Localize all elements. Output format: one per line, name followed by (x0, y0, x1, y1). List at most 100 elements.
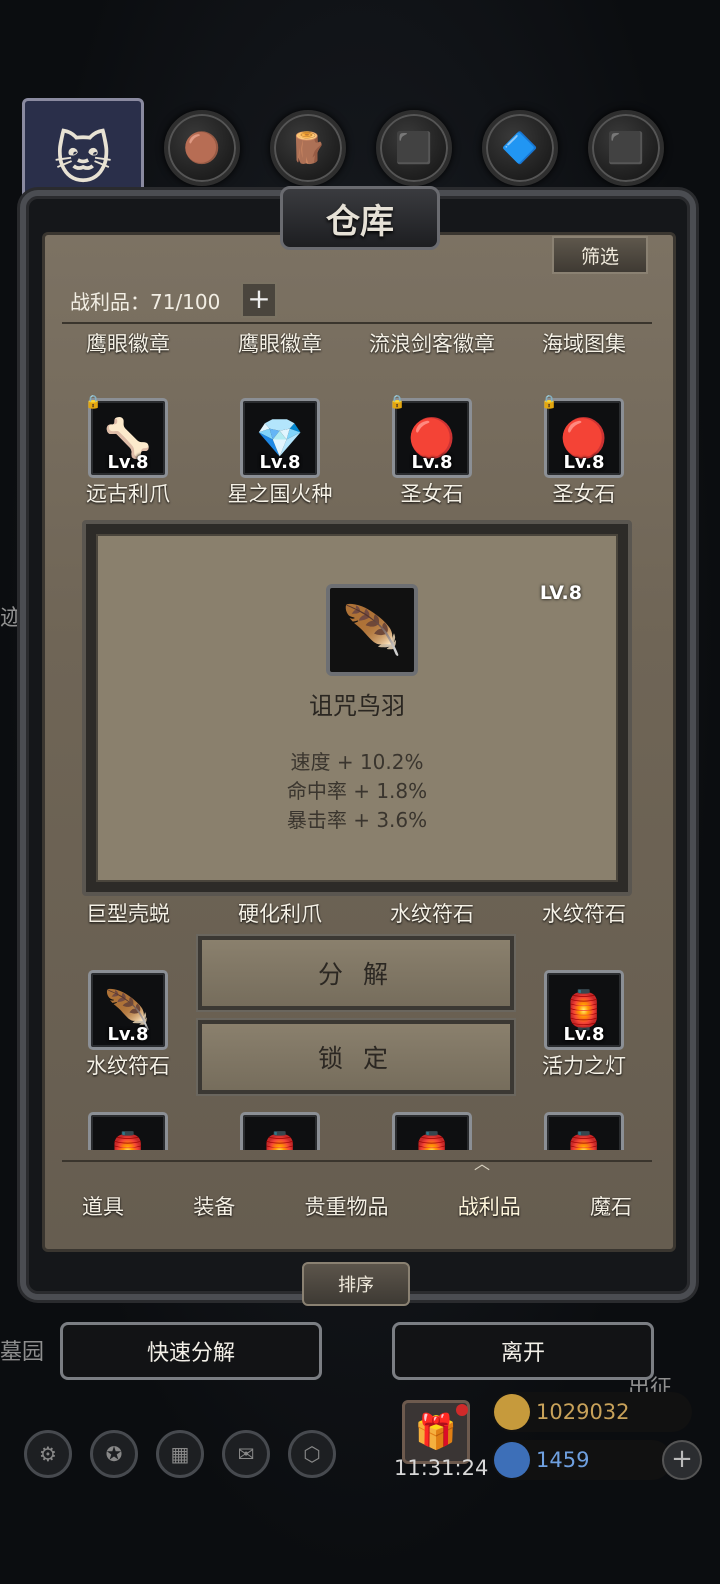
sort-button[interactable]: 排序 (302, 1262, 410, 1306)
item-slot[interactable]: 🏮 (88, 1112, 168, 1150)
item-name: 水纹符石 (390, 902, 474, 926)
item-slot[interactable]: 🔒 🔴 Lv.8 (541, 395, 624, 478)
bg-graveyard-text: 墓园 (0, 1340, 45, 1365)
feather-icon: 🪶 (326, 584, 418, 676)
page-title: 仓库 (280, 186, 440, 250)
item-slot[interactable]: 🏮 (544, 1112, 624, 1150)
item-slot[interactable]: 💎 Lv.8 (240, 398, 320, 478)
item-name: 水纹符石 (86, 1054, 170, 1078)
add-gems-button[interactable]: + (662, 1440, 702, 1480)
item-level: Lv.8 (563, 1024, 605, 1045)
item-slot[interactable]: 🪶 Lv.8 (88, 970, 168, 1050)
list-item[interactable]: 🔒 🔴 Lv.8 圣女石 (509, 395, 659, 508)
item-name: 巨型壳蜕 (86, 902, 170, 926)
stone-icon: ⬛ (395, 130, 433, 166)
item-detail-popup: 🪶 LV.8 诅咒鸟羽 速度 + 10.2% 命中率 + 1.8% 暴击率 + … (82, 520, 632, 896)
list-item[interactable]: 🏮 (357, 1112, 507, 1150)
item-detail-name: 诅咒鸟羽 (309, 692, 405, 720)
item-name: 海域图集 (542, 332, 626, 356)
gem-counter: 1459 (492, 1440, 672, 1480)
lantern-icon: 🏮 (104, 1130, 151, 1151)
tab-equipment[interactable]: 装备 (187, 1183, 241, 1229)
item-name: 硬化利爪 (238, 902, 322, 926)
item-level: Lv.8 (107, 1024, 149, 1045)
lantern-icon: 🏮 (256, 1130, 303, 1151)
lock-icon: 🔒 (85, 395, 102, 410)
item-name: 水纹符石 (542, 902, 626, 926)
item-name: 远古利爪 (86, 482, 170, 506)
stat-speed: 速度 + 10.2% (290, 750, 424, 774)
stat-accuracy: 命中率 + 1.8% (286, 779, 428, 803)
quick-decompose-button[interactable]: 快速分解 (60, 1322, 322, 1380)
list-item[interactable]: 🏮 (509, 1112, 659, 1150)
list-item[interactable]: 流浪剑客徽章 (357, 328, 507, 358)
list-item[interactable]: 鹰眼徽章 (205, 328, 355, 358)
list-item[interactable]: 🪶 Lv.8 水纹符石 (53, 970, 203, 1080)
tab-valuables[interactable]: 贵重物品 (299, 1183, 395, 1229)
iron-icon: ⬛ (607, 130, 645, 166)
stat-crit: 暴击率 + 3.6% (286, 808, 428, 832)
crystal-resource-orb[interactable]: 🔷 (482, 110, 558, 186)
item-slot[interactable]: 🏮 (240, 1112, 320, 1150)
item-detail-stats: 速度 + 10.2% 命中率 + 1.8% 暴击率 + 3.6% (98, 748, 616, 835)
item-level: Lv.8 (411, 452, 453, 473)
lock-icon: 🔒 (541, 395, 558, 410)
mail-icon[interactable]: ✉ (222, 1430, 270, 1478)
list-item[interactable]: 巨型壳蜕 (53, 898, 203, 928)
item-name: 鹰眼徽章 (86, 332, 170, 356)
tab-magic-stones[interactable]: 魔石 (584, 1183, 638, 1229)
item-detail-level: LV.8 (539, 582, 582, 604)
item-name: 星之国火种 (227, 482, 333, 506)
expand-capacity-button[interactable]: + (241, 282, 277, 318)
warehouse-screen: 迹 墓园 出征 🐱 🟤 🪵 ⬛ 🔷 ⬛ 仓库 筛选 战利品：71/100 + 鹰… (0, 0, 720, 1584)
guild-icon[interactable]: ▦ (156, 1430, 204, 1478)
list-item[interactable]: 水纹符石 (357, 898, 507, 928)
item-slot[interactable]: 🔒 🦴 Lv.8 (85, 395, 168, 478)
list-item[interactable]: 鹰眼徽章 (53, 328, 203, 358)
settings-icon[interactable]: ⚙ (24, 1430, 72, 1478)
ore-resource-orb[interactable]: 🟤 (164, 110, 240, 186)
item-slot[interactable]: 🏮 Lv.8 (544, 970, 624, 1050)
stone-resource-orb[interactable]: ⬛ (376, 110, 452, 186)
wood-icon: 🪵 (289, 130, 327, 166)
list-item[interactable]: 硬化利爪 (205, 898, 355, 928)
list-item[interactable]: 🔒 🔴 Lv.8 圣女石 (357, 395, 507, 508)
gold-amount: 1029032 (536, 1400, 630, 1424)
item-name: 流浪剑客徽章 (369, 332, 495, 356)
leave-button[interactable]: 离开 (392, 1322, 654, 1380)
lock-button[interactable]: 锁 定 (198, 1020, 514, 1094)
tab-items[interactable]: 道具 (76, 1183, 130, 1229)
wood-resource-orb[interactable]: 🪵 (270, 110, 346, 186)
list-item[interactable]: 🏮 Lv.8 活力之灯 (509, 970, 659, 1080)
decompose-button[interactable]: 分 解 (198, 936, 514, 1010)
star-icon[interactable]: ✪ (90, 1430, 138, 1478)
gold-coin-icon (494, 1394, 530, 1430)
list-item[interactable]: 🔒 🦴 Lv.8 远古利爪 (53, 395, 203, 508)
list-item[interactable]: 水纹符石 (509, 898, 659, 928)
item-name: 鹰眼徽章 (238, 332, 322, 356)
item-slot[interactable]: 🏮 (392, 1112, 472, 1150)
gold-counter: 1029032 (492, 1392, 692, 1432)
notification-dot (456, 1404, 468, 1416)
lock-icon: 🔒 (389, 395, 406, 410)
crystal-icon: 🔷 (501, 130, 539, 166)
item-slot[interactable]: 🔒 🔴 Lv.8 (389, 395, 472, 478)
item-name: 圣女石 (400, 482, 464, 506)
avatar-icon: 🐱 (53, 126, 113, 192)
tab-loot[interactable]: 战利品 (452, 1183, 527, 1229)
filter-button[interactable]: 筛选 (552, 236, 648, 274)
list-item[interactable]: 🏮 (53, 1112, 203, 1150)
gem-icon (494, 1442, 530, 1478)
list-item[interactable]: 💎 Lv.8 星之国火种 (205, 398, 355, 508)
list-item[interactable]: 🏮 (205, 1112, 355, 1150)
iron-resource-orb[interactable]: ⬛ (588, 110, 664, 186)
category-tabs: 道具 装备 贵重物品 战利品 魔石 (62, 1160, 652, 1250)
shield-icon[interactable]: ⬡ (288, 1430, 336, 1478)
list-item[interactable]: 海域图集 (509, 328, 659, 358)
lantern-icon: 🏮 (560, 1130, 607, 1151)
item-name: 活力之灯 (542, 1054, 626, 1078)
bg-side-text: 迹 (0, 606, 23, 631)
lantern-icon: 🏮 (408, 1130, 455, 1151)
divider (62, 322, 652, 324)
clock-text: 11:31:24 (394, 1456, 489, 1480)
